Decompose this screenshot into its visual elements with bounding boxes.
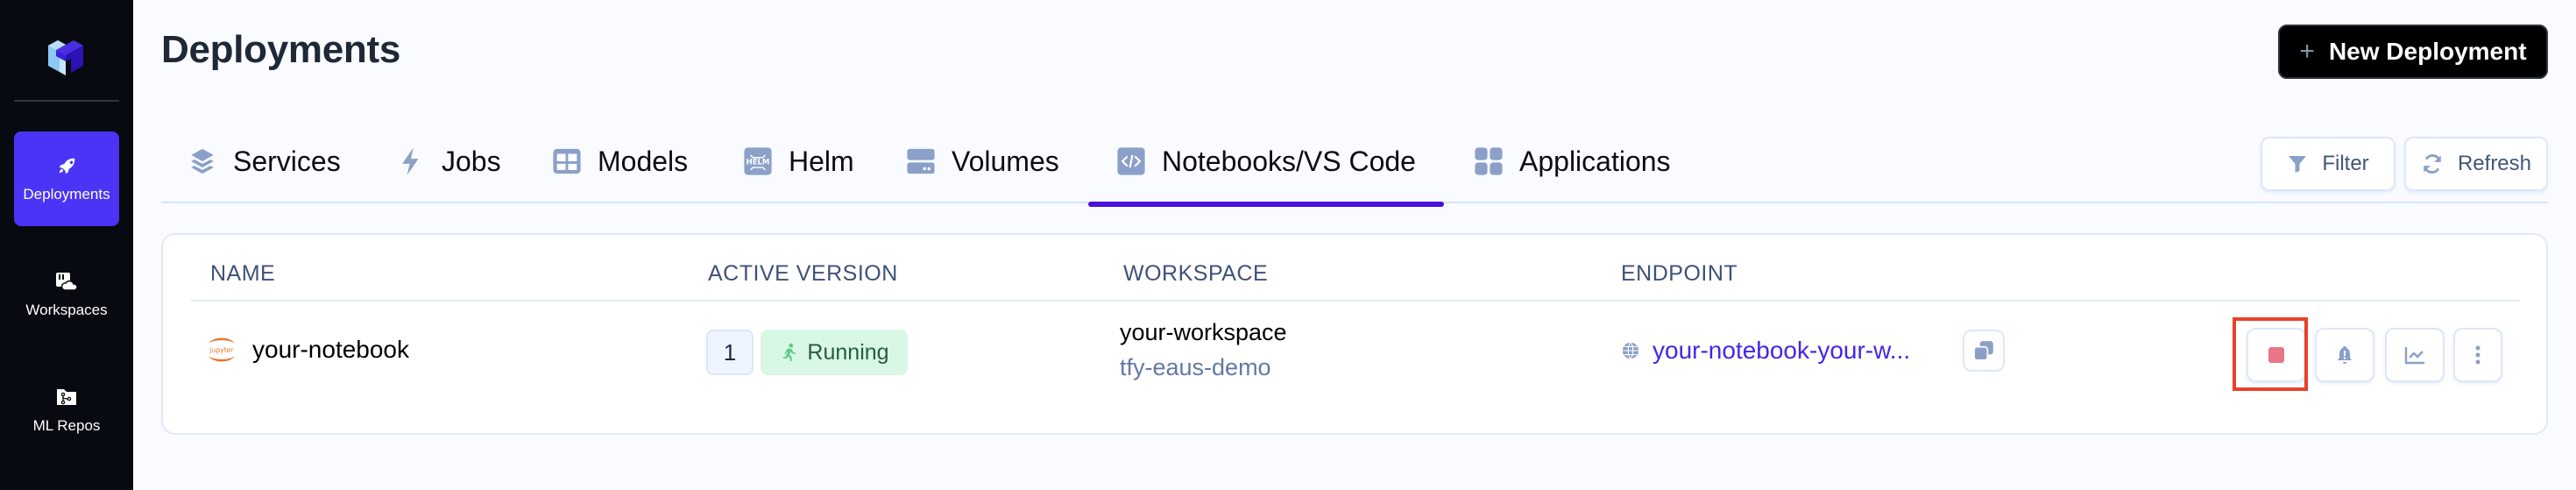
helm-icon: HELM: [744, 147, 772, 175]
bell-alert-icon: [2338, 346, 2352, 364]
header-divider: [191, 300, 2520, 302]
more-options-button[interactable]: [2453, 328, 2502, 382]
column-header-endpoint[interactable]: ENDPOINT: [1621, 261, 1737, 287]
sidebar-divider: [14, 100, 119, 102]
copy-endpoint-button[interactable]: [1963, 330, 2005, 372]
svg-text:HELM: HELM: [747, 159, 770, 167]
tab-label: Services: [233, 145, 341, 177]
globe-icon: [1622, 342, 1639, 359]
metrics-button[interactable]: [2385, 328, 2445, 382]
rocket-icon: [59, 158, 75, 174]
page-title: Deployments: [161, 28, 400, 71]
endpoint-url[interactable]: your-notebook-your-w...: [1652, 337, 1910, 365]
tab-jobs[interactable]: Jobs: [396, 131, 501, 203]
tab-models[interactable]: Models: [552, 131, 688, 203]
filter-label: Filter: [2322, 152, 2369, 175]
grid-box-icon: [553, 148, 581, 174]
repo-folder-icon: [57, 389, 76, 405]
deployment-type-tabs: Services Jobs Models HELM Helm Volumes N…: [161, 131, 2548, 207]
copy-icon: [1973, 341, 1993, 361]
sidebar-item-workspaces[interactable]: Workspaces: [14, 247, 119, 342]
logo-icon[interactable]: [44, 35, 88, 79]
filter-button[interactable]: Filter: [2261, 137, 2396, 191]
version-badge[interactable]: 1: [706, 330, 754, 375]
tab-helm[interactable]: HELM Helm: [743, 131, 854, 203]
jupyter-icon: jupyter: [209, 337, 235, 362]
code-icon: [1117, 147, 1145, 175]
svg-text:jupyter: jupyter: [209, 346, 235, 354]
tab-notebooks-vs-code[interactable]: Notebooks/VS Code: [1088, 131, 1444, 207]
workspace-cloud-icon: [56, 273, 78, 291]
sidebar: Deployments Workspaces ML Repos: [0, 0, 133, 490]
plus-icon: +: [2299, 37, 2315, 66]
apps-grid-icon: [1475, 147, 1503, 175]
tab-label: Models: [598, 145, 689, 177]
layers-icon: [191, 148, 214, 174]
sidebar-item-label: ML Repos: [32, 417, 101, 434]
status-badge: Running: [761, 330, 908, 375]
alerts-button[interactable]: [2315, 328, 2374, 382]
tab-label: Applications: [1519, 145, 1671, 177]
sidebar-item-label: Deployments: [23, 186, 110, 202]
tab-label: Volumes: [952, 145, 1059, 177]
more-vertical-icon: [2475, 345, 2480, 365]
column-header-workspace[interactable]: WORKSPACE: [1123, 261, 1268, 287]
sidebar-item-deployments[interactable]: Deployments: [14, 131, 119, 226]
cluster-name: tfy-eaus-demo: [1120, 354, 1271, 380]
new-deployment-button[interactable]: + New Deployment: [2278, 25, 2548, 79]
refresh-button[interactable]: Refresh: [2404, 137, 2548, 191]
refresh-label: Refresh: [2457, 152, 2532, 175]
tab-services[interactable]: Services: [188, 131, 341, 203]
refresh-icon: [2423, 154, 2441, 174]
status-label: Running: [807, 339, 889, 365]
endpoint-link[interactable]: your-notebook-your-w...: [1621, 337, 1910, 365]
tab-label: Jobs: [442, 145, 501, 177]
notebook-name[interactable]: your-notebook: [252, 336, 409, 364]
deployments-table: NAME ACTIVE VERSION WORKSPACE ENDPOINT j…: [161, 233, 2548, 435]
tab-label: Notebooks/VS Code: [1162, 145, 1416, 177]
stop-icon: [2268, 347, 2284, 363]
name-cell[interactable]: jupyter your-notebook: [203, 331, 409, 368]
column-header-active-version[interactable]: ACTIVE VERSION: [708, 261, 898, 287]
tab-volumes[interactable]: Volumes: [906, 131, 1059, 203]
tab-applications[interactable]: Applications: [1474, 131, 1671, 203]
column-header-name[interactable]: NAME: [210, 261, 275, 287]
new-deployment-label: New Deployment: [2328, 38, 2527, 65]
running-icon: [783, 343, 796, 362]
workspace-name[interactable]: your-workspace: [1120, 319, 1287, 346]
tab-label: Helm: [789, 145, 854, 177]
chart-line-icon: [2404, 347, 2424, 365]
volume-icon: [907, 148, 935, 174]
filter-icon: [2289, 156, 2307, 173]
stop-button[interactable]: [2247, 328, 2306, 382]
lightning-icon: [402, 147, 419, 175]
sidebar-item-label: Workspaces: [25, 302, 108, 318]
sidebar-item-ml-repos[interactable]: ML Repos: [14, 363, 119, 458]
